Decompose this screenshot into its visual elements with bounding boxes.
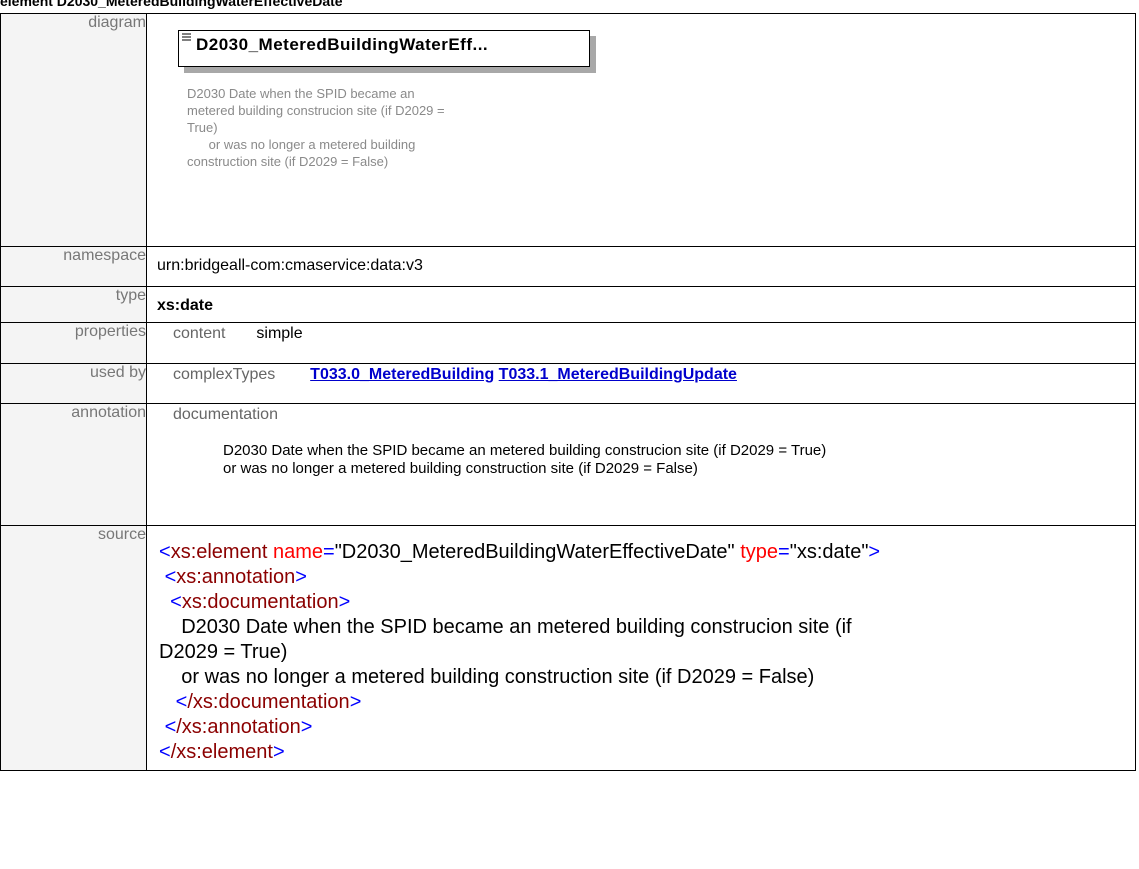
src-attr2-name: type [740, 541, 779, 563]
annotation-doc-label: documentation [173, 406, 278, 423]
label-diagram: diagram [0, 13, 147, 247]
annotation-doc-text: D2030 Date when the SPID became an meter… [223, 442, 827, 477]
property-key: content [173, 325, 226, 342]
src-close-documentation: /xs:documentation [187, 691, 350, 713]
diagram-element-name: D2030_MeteredBuildingWaterEff... [196, 35, 489, 54]
source-code-block: <xs:element name="D2030_MeteredBuildingW… [159, 541, 881, 763]
src-close-annotation: /xs:annotation [176, 716, 301, 738]
src-doc-line2: D2029 = True) [159, 641, 288, 663]
label-properties: properties [0, 322, 147, 364]
property-value: simple [256, 325, 303, 342]
src-doc-line1: D2030 Date when the SPID became an meter… [159, 616, 852, 638]
src-documentation-tag: xs:documentation [181, 591, 339, 613]
diagram-doc-text: D2030 Date when the SPID became an meter… [187, 86, 445, 169]
used-by-label: complexTypes [173, 366, 276, 383]
namespace-value: urn:bridgeall-com:cmaservice:data:v3 [157, 257, 423, 274]
page-title: element D2030_MeteredBuildingWaterEffect… [0, 0, 343, 9]
type-value: xs:date [157, 297, 214, 314]
src-open-tag: xs:element [170, 541, 268, 563]
label-source: source [0, 525, 147, 771]
annotation-block: documentation D2030 Date when the SPID b… [147, 404, 1135, 478]
src-attr1-name: name [272, 541, 323, 563]
diagram-cell: D2030_MeteredBuildingWaterEff... D2030 D… [146, 13, 1136, 247]
used-by-link-t033-1[interactable]: T033.1_MeteredBuildingUpdate [499, 366, 737, 383]
src-annotation-tag: xs:annotation [176, 566, 296, 588]
label-type: type [0, 286, 147, 323]
src-doc-line3: or was no longer a metered building cons… [159, 666, 815, 688]
properties-row: content simple [147, 323, 1135, 343]
used-by-row: complexTypes T033.0_MeteredBuilding T033… [147, 364, 1135, 384]
element-doc-icon [182, 33, 191, 41]
label-annotation: annotation [0, 403, 147, 526]
src-attr1-value: "D2030_MeteredBuildingWaterEffectiveDate… [334, 541, 735, 563]
element-doc-table: diagram D2030_MeteredBuildingWaterEff...… [0, 13, 1136, 771]
src-attr2-value: "xs:date" [789, 541, 869, 563]
label-used-by: used by [0, 363, 147, 404]
element-diagram-box[interactable]: D2030_MeteredBuildingWaterEff... [178, 30, 590, 67]
label-namespace: namespace [0, 246, 147, 287]
src-close-element: /xs:element [170, 741, 273, 763]
used-by-link-t033-0[interactable]: T033.0_MeteredBuilding [310, 366, 494, 383]
